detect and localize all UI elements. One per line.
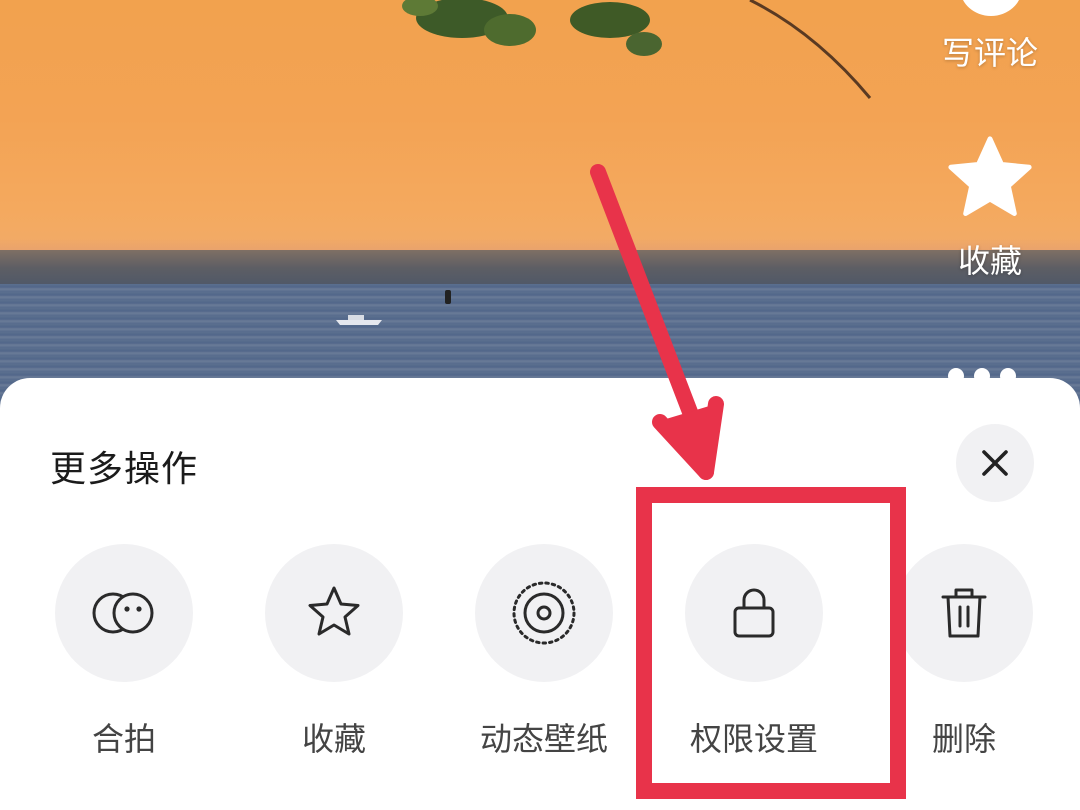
close-button[interactable]: [956, 424, 1034, 502]
favorite-label: 收藏: [957, 242, 1022, 280]
buoy: [445, 290, 451, 304]
comment-label: 写评论: [941, 34, 1038, 72]
more-actions-sheet: 更多操作 合拍 收藏 动态壁纸 权限设置 删除: [0, 378, 1080, 810]
duet-icon-circle: [55, 544, 193, 682]
comment-action[interactable]: 写评论: [930, 0, 1050, 72]
live-wallpaper-icon-circle: [475, 544, 613, 682]
annotation-highlight-box: [636, 487, 906, 799]
favorite-icon-circle: [265, 544, 403, 682]
close-icon: [982, 450, 1008, 476]
duet-button[interactable]: 合拍: [39, 544, 209, 764]
comment-icon: [960, 0, 1022, 16]
favorite-button[interactable]: 收藏: [249, 544, 419, 764]
star-icon: [308, 586, 360, 636]
annotation-arrow: [590, 164, 724, 480]
favorite-label: 收藏: [301, 720, 366, 758]
tree-branch: [402, 0, 872, 99]
favorite-action[interactable]: 收藏: [930, 130, 1050, 280]
duet-label: 合拍: [91, 720, 156, 758]
star-icon: [948, 136, 1032, 216]
delete-icon-circle: [895, 544, 1033, 682]
live-wallpaper-icon: [512, 581, 576, 645]
sheet-title: 更多操作: [50, 449, 199, 490]
live-wallpaper-label: 动态壁纸: [479, 720, 608, 758]
live-wallpaper-button[interactable]: 动态壁纸: [459, 544, 629, 764]
distant-shoreline: [0, 250, 1080, 286]
trash-icon: [941, 588, 987, 638]
duet-icon: [92, 592, 154, 634]
boat: [336, 315, 382, 325]
